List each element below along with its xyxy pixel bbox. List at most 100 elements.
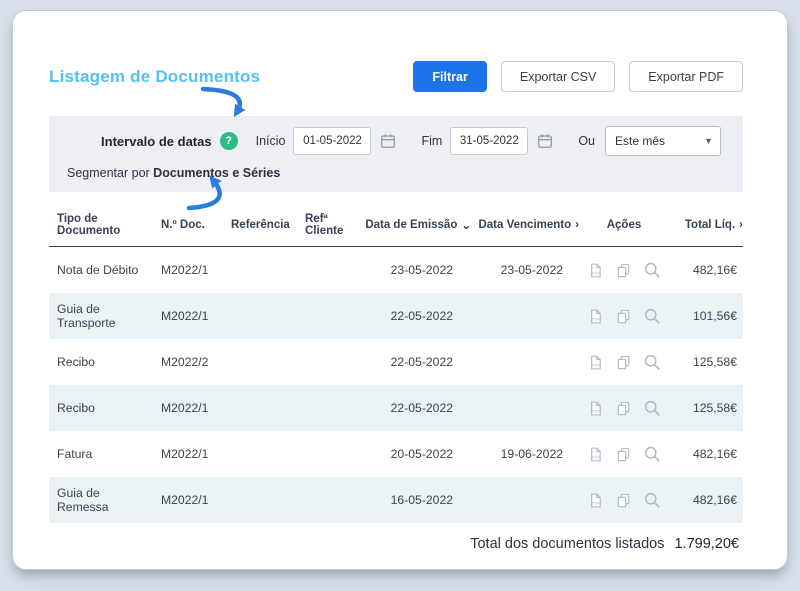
period-select[interactable]: Este mês ▾ — [605, 126, 721, 156]
pdf-icon[interactable]: PDF — [587, 262, 604, 279]
filter-button[interactable]: Filtrar — [413, 61, 487, 92]
doc-type-cell: Recibo — [57, 401, 95, 415]
total-net-cell: 125,58€ — [692, 401, 737, 415]
svg-text:PDF: PDF — [592, 408, 600, 413]
total-net-cell: 101,56€ — [692, 309, 737, 323]
row-actions: PDF — [579, 353, 669, 371]
pdf-icon[interactable]: PDF — [587, 400, 604, 417]
period-select-value: Este mês — [615, 134, 666, 148]
total-net-cell: 482,16€ — [692, 447, 737, 461]
segment-row: Segmentar por Documentos e Séries — [65, 166, 721, 180]
search-icon[interactable] — [643, 445, 661, 463]
date-range-row: Intervalo de datas ? Início Fim Ou Este … — [65, 126, 721, 156]
table-row: Guia de Remessa M2022/1 16-05-2022 PDF 482,1… — [49, 477, 743, 523]
search-icon[interactable] — [643, 399, 661, 417]
header-total[interactable]: Total Líq. › — [669, 219, 743, 231]
row-actions: PDF — [579, 399, 669, 417]
chevron-down-icon: ▾ — [705, 135, 711, 147]
issue-date-cell: 23-05-2022 — [390, 263, 453, 277]
doc-type-cell: Guia de Remessa — [57, 486, 109, 514]
doc-type-cell: Guia de Transporte — [57, 302, 116, 330]
svg-text:PDF: PDF — [592, 362, 600, 367]
search-icon[interactable] — [643, 307, 661, 325]
doc-number-cell: M2022/1 — [161, 447, 209, 461]
header-issue-date[interactable]: Data de Emissão ⌄ — [363, 218, 471, 232]
issue-date-cell: 22-05-2022 — [390, 355, 453, 369]
doc-type-cell: Nota de Débito — [57, 263, 139, 277]
header-client-reference[interactable]: Refª Cliente — [297, 213, 363, 237]
svg-text:PDF: PDF — [592, 500, 600, 505]
help-icon[interactable]: ? — [219, 132, 238, 150]
copy-icon[interactable] — [615, 492, 632, 509]
doc-number-cell: M2022/1 — [161, 309, 209, 323]
doc-number-cell: M2022/2 — [161, 355, 209, 369]
start-date-label: Início — [255, 134, 286, 148]
header-total-label: Total Líq. — [684, 219, 736, 231]
doc-type-cell: Recibo — [57, 355, 95, 369]
doc-type-cell: Fatura — [57, 447, 93, 461]
due-date-cell: 19-06-2022 — [500, 447, 563, 461]
export-csv-button[interactable]: Exportar CSV — [500, 61, 616, 92]
table-row: Fatura M2022/1 20-05-2022 19-06-2022 PDF 482,… — [49, 431, 743, 477]
total-label: Total dos documentos listados — [470, 536, 665, 552]
calendar-icon[interactable] — [536, 132, 554, 150]
header-due-date-label: Data Vencimento — [478, 219, 572, 231]
svg-text:PDF: PDF — [592, 454, 600, 459]
doc-number-cell: M2022/1 — [161, 401, 209, 415]
end-date-input[interactable] — [450, 127, 529, 155]
search-icon[interactable] — [643, 491, 661, 509]
total-net-cell: 482,16€ — [692, 493, 737, 507]
page-title: Listagem de Documentos — [49, 66, 261, 86]
search-icon[interactable] — [643, 261, 661, 279]
row-actions: PDF — [579, 307, 669, 325]
doc-number-cell: M2022/1 — [161, 493, 209, 507]
table-row: Nota de Débito M2022/1 23-05-2022 23-05-202… — [49, 247, 743, 293]
copy-icon[interactable] — [615, 262, 632, 279]
pdf-icon[interactable]: PDF — [587, 354, 604, 371]
svg-text:PDF: PDF — [592, 270, 600, 275]
total-net-cell: 482,16€ — [692, 263, 737, 277]
table-row: Recibo M2022/2 22-05-2022 PDF 125,58€ — [49, 339, 743, 385]
pdf-icon[interactable]: PDF — [587, 446, 604, 463]
header-reference[interactable]: Referência — [223, 219, 297, 231]
export-pdf-button[interactable]: Exportar PDF — [629, 61, 743, 92]
table-row: Recibo M2022/1 22-05-2022 PDF 125,58€ — [49, 385, 743, 431]
header-doc-number[interactable]: N.º Doc. — [153, 219, 223, 231]
copy-icon[interactable] — [615, 446, 632, 463]
svg-text:PDF: PDF — [592, 316, 600, 321]
top-bar: Listagem de Documentos Filtrar Exportar … — [49, 61, 743, 92]
issue-date-cell: 20-05-2022 — [390, 447, 453, 461]
copy-icon[interactable] — [615, 400, 632, 417]
issue-date-cell: 22-05-2022 — [390, 401, 453, 415]
or-label: Ou — [578, 134, 595, 148]
calendar-icon[interactable] — [379, 132, 397, 150]
table-header: Tipo de Documento N.º Doc. Referência Re… — [49, 204, 743, 247]
sort-desc-icon[interactable]: ⌄ — [461, 218, 471, 232]
row-actions: PDF — [579, 261, 669, 279]
search-icon[interactable] — [643, 353, 661, 371]
copy-icon[interactable] — [615, 308, 632, 325]
due-date-cell: 23-05-2022 — [500, 263, 563, 277]
header-actions: Ações — [606, 219, 642, 231]
table-body: Nota de Débito M2022/1 23-05-2022 23-05-202… — [49, 247, 743, 523]
total-net-cell: 125,58€ — [692, 355, 737, 369]
pdf-icon[interactable]: PDF — [587, 308, 604, 325]
segment-label: Segmentar por — [67, 166, 150, 180]
date-range-label: Intervalo de datas — [101, 133, 212, 149]
chevron-right-icon[interactable]: › — [739, 219, 743, 231]
start-date-input[interactable] — [293, 127, 372, 155]
row-actions: PDF — [579, 445, 669, 463]
table-row: Guia de Transporte M2022/1 22-05-2022 PDF 10… — [49, 293, 743, 339]
end-date-label: Fim — [421, 134, 443, 148]
row-actions: PDF — [579, 491, 669, 509]
documents-table: Tipo de Documento N.º Doc. Referência Re… — [49, 204, 743, 523]
pdf-icon[interactable]: PDF — [587, 492, 604, 509]
issue-date-cell: 16-05-2022 — [390, 493, 453, 507]
issue-date-cell: 22-05-2022 — [390, 309, 453, 323]
segment-value[interactable]: Documentos e Séries — [153, 166, 280, 180]
filter-bar: Intervalo de datas ? Início Fim Ou Este … — [49, 116, 743, 192]
toolbar-actions: Filtrar Exportar CSV Exportar PDF — [413, 61, 743, 92]
header-due-date[interactable]: Data Vencimento › — [471, 219, 579, 231]
header-doc-type[interactable]: Tipo de Documento — [49, 213, 153, 237]
copy-icon[interactable] — [615, 354, 632, 371]
